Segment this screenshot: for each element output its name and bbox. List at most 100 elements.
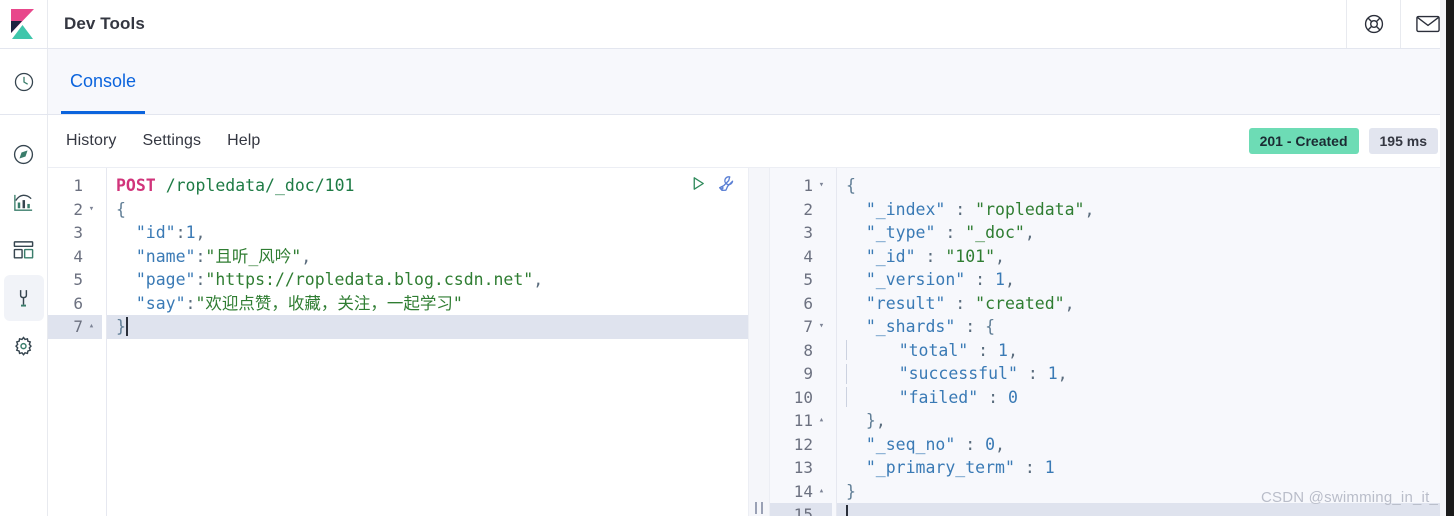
wrench-icon bbox=[19, 289, 28, 307]
code-line[interactable]: "failed" : 0 bbox=[836, 386, 1454, 410]
code-line[interactable]: "page": "https://ropledata.blog.csdn.net"… bbox=[106, 268, 748, 292]
gutter-line: 10▾ bbox=[770, 386, 832, 410]
code-line[interactable]: { bbox=[106, 198, 748, 222]
code-line[interactable]: "total" : 1, bbox=[836, 339, 1454, 363]
code-token: , bbox=[301, 246, 312, 266]
code-line[interactable]: } bbox=[106, 315, 748, 339]
gutter-line: 2▾ bbox=[770, 198, 832, 222]
request-code[interactable]: POST /ropledata/_doc/101{ "id":1, "name"… bbox=[106, 168, 748, 516]
code-line[interactable]: "_version" : 1, bbox=[836, 268, 1454, 292]
sidebar-item-management[interactable] bbox=[4, 323, 44, 369]
play-icon[interactable] bbox=[690, 175, 707, 192]
left-nav-rail bbox=[0, 115, 48, 516]
code-line[interactable]: "say": "欢迎点赞，收藏，关注，一起学习" bbox=[106, 292, 748, 316]
code-token: , bbox=[1084, 199, 1095, 219]
dashboard-icon bbox=[13, 240, 34, 259]
code-token: : bbox=[935, 223, 966, 242]
code-token: : bbox=[915, 246, 946, 266]
code-token: "_shards" bbox=[865, 317, 956, 336]
body-row: History Settings Help 201 - Created 195 … bbox=[0, 115, 1454, 516]
code-token: : bbox=[195, 246, 206, 266]
request-actions bbox=[690, 174, 736, 193]
code-line[interactable]: "_id" : "101", bbox=[836, 245, 1454, 269]
gutter-line: 7 ▴ bbox=[48, 315, 102, 339]
code-line[interactable]: } bbox=[836, 480, 1454, 504]
code-line[interactable]: "_seq_no" : 0, bbox=[836, 433, 1454, 457]
code-token: } bbox=[865, 411, 876, 430]
line-number: 2 bbox=[803, 199, 813, 219]
code-line[interactable]: "_primary_term" : 1 bbox=[836, 456, 1454, 480]
gear-icon bbox=[15, 335, 32, 356]
code-token: 1 bbox=[185, 223, 196, 242]
response-code[interactable]: { "_index" : "ropledata", "_type" : "_do… bbox=[836, 168, 1454, 516]
sidebar-item-dashboard[interactable] bbox=[4, 227, 44, 273]
settings-button[interactable]: Settings bbox=[142, 132, 201, 150]
code-line[interactable]: "id":1, bbox=[106, 221, 748, 245]
response-code-area[interactable]: 1▾2▾3▾4▾5▾6▾7▾8▾9▾10▾11▴12▾13▾14▴15▾ { "… bbox=[770, 168, 1454, 516]
gutter-line: 4▾ bbox=[48, 245, 102, 269]
line-number: 12 bbox=[793, 434, 813, 454]
code-token: 1 bbox=[1044, 458, 1055, 477]
compass-icon bbox=[13, 144, 34, 164]
code-token: } bbox=[846, 481, 856, 501]
code-token: "_index" bbox=[865, 199, 946, 219]
code-line[interactable]: "result" : "created", bbox=[836, 292, 1454, 316]
fold-toggle-icon[interactable]: ▾ bbox=[817, 322, 826, 331]
console-toolbar: History Settings Help 201 - Created 195 … bbox=[48, 115, 1454, 168]
code-line[interactable] bbox=[836, 503, 1454, 516]
code-line[interactable]: "_shards" : { bbox=[836, 315, 1454, 339]
fold-toggle-icon[interactable]: ▾ bbox=[87, 204, 96, 214]
status-badge: 201 - Created bbox=[1248, 127, 1359, 155]
code-line[interactable]: }, bbox=[836, 409, 1454, 433]
code-token: { bbox=[846, 176, 856, 195]
code-line[interactable]: "name": "且听_风吟", bbox=[106, 245, 748, 269]
fold-toggle-icon[interactable]: ▴ bbox=[87, 322, 96, 331]
line-number: 14 bbox=[793, 481, 813, 501]
gutter-line: 5▾ bbox=[48, 268, 102, 292]
help-icon[interactable] bbox=[1346, 0, 1400, 48]
gutter-line: 15▾ bbox=[770, 503, 832, 516]
gutter-line: 5▾ bbox=[770, 268, 832, 292]
code-token: "欢迎点赞，收藏，关注，一起学习" bbox=[195, 293, 463, 313]
header-spacer bbox=[145, 0, 1346, 48]
code-line[interactable]: POST /ropledata/_doc/101 bbox=[106, 174, 748, 198]
rail-clock-slot[interactable] bbox=[0, 49, 48, 114]
request-editor-pane: 1▾2▾3▾4▾5▾6▾7▴ POST /ropledata/_doc/101{… bbox=[48, 168, 748, 516]
help-button[interactable]: Help bbox=[227, 132, 260, 150]
gutter-line: 13▾ bbox=[770, 456, 832, 480]
text-cursor bbox=[846, 505, 848, 516]
code-line[interactable]: "_type" : "_doc", bbox=[836, 221, 1454, 245]
code-line[interactable]: "successful" : 1, bbox=[836, 362, 1454, 386]
response-time-badge: 195 ms bbox=[1368, 127, 1438, 155]
kibana-logo-button[interactable] bbox=[0, 0, 48, 48]
tab-console[interactable]: Console bbox=[61, 49, 146, 114]
code-line[interactable]: { bbox=[836, 174, 1454, 198]
line-number: 9 bbox=[803, 364, 813, 383]
sidebar-item-visualize[interactable] bbox=[4, 179, 44, 225]
code-token: "_seq_no" bbox=[865, 434, 956, 454]
code-token: : bbox=[965, 270, 996, 289]
code-line[interactable]: "_index" : "ropledata", bbox=[836, 198, 1454, 222]
code-token: "_doc" bbox=[965, 223, 1025, 242]
code-token: "page" bbox=[135, 270, 196, 289]
fold-toggle-icon[interactable]: ▴ bbox=[817, 486, 826, 496]
line-number: 11 bbox=[793, 411, 813, 430]
history-button[interactable]: History bbox=[66, 132, 116, 150]
gutter-line: 8▾ bbox=[770, 339, 832, 363]
code-token: , bbox=[1004, 270, 1015, 289]
pane-resizer[interactable] bbox=[748, 168, 770, 516]
fold-toggle-icon[interactable]: ▾ bbox=[817, 181, 826, 190]
sidebar-item-dev-tools[interactable] bbox=[3, 275, 44, 321]
response-status-group: 201 - Created 195 ms bbox=[1248, 127, 1438, 155]
fold-toggle-icon[interactable]: ▴ bbox=[817, 416, 826, 425]
wrench-icon[interactable] bbox=[717, 174, 736, 193]
text-cursor bbox=[125, 317, 128, 337]
request-code-area[interactable]: 1▾2▾3▾4▾5▾6▾7▴ POST /ropledata/_doc/101{… bbox=[48, 168, 748, 516]
sidebar-item-discover[interactable] bbox=[4, 131, 44, 177]
code-token: , bbox=[1064, 293, 1075, 313]
